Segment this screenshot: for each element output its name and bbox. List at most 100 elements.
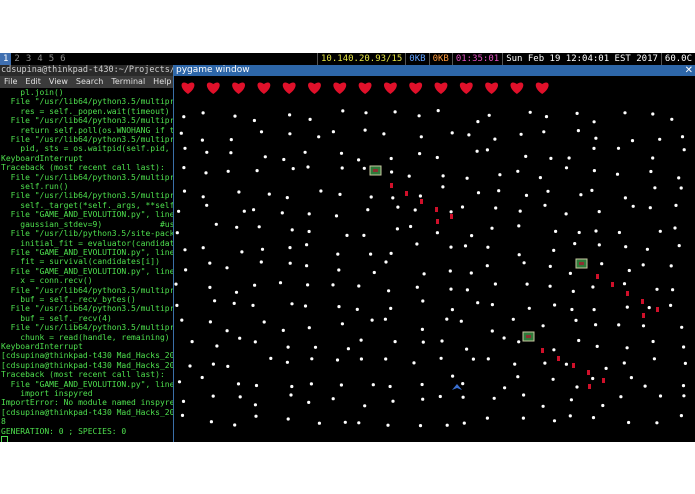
menu-terminal[interactable]: Terminal — [107, 76, 149, 88]
star — [590, 188, 594, 192]
star — [592, 146, 596, 150]
terminal-line: File "/usr/lib64/python3.5/multiprocessi… — [10, 97, 173, 107]
workspace-1[interactable]: 1 — [0, 53, 12, 65]
star — [382, 132, 386, 136]
star — [528, 110, 532, 114]
star — [677, 244, 681, 248]
star — [549, 156, 553, 160]
star — [235, 225, 239, 229]
star — [422, 272, 426, 276]
star — [209, 420, 213, 424]
star — [182, 166, 186, 170]
star — [369, 195, 373, 199]
game-canvas[interactable] — [174, 76, 695, 442]
star — [179, 131, 183, 135]
enemy-bullet — [587, 370, 590, 375]
star — [524, 154, 528, 158]
terminal-line: return self.poll(os.WNOHANG if timeout — [20, 125, 173, 135]
star — [445, 317, 449, 321]
menu-search[interactable]: Search — [72, 76, 107, 88]
star — [461, 382, 465, 386]
star — [251, 303, 255, 307]
star — [542, 130, 546, 134]
star — [306, 165, 310, 169]
star — [577, 338, 581, 343]
star — [655, 287, 659, 291]
star — [236, 382, 241, 386]
star — [288, 113, 292, 117]
star — [649, 169, 653, 174]
star — [604, 366, 608, 370]
terminal-line: chunk = read(handle, remaining) — [1, 332, 170, 342]
terminal-output[interactable]: pl.join() File "/usr/lib64/python3.5/mul… — [0, 88, 173, 442]
star — [554, 229, 558, 233]
star — [564, 166, 569, 170]
star — [340, 322, 344, 326]
close-icon[interactable]: ✕ — [685, 65, 693, 76]
star — [490, 329, 494, 333]
star — [282, 157, 286, 162]
star — [627, 420, 631, 425]
star — [681, 384, 686, 388]
menu-view[interactable]: View — [45, 76, 72, 88]
star — [486, 357, 490, 361]
star — [485, 416, 489, 420]
star — [331, 397, 335, 401]
terminal-window[interactable]: cdsupina@thinkpad-t430:~/Projects/evolut… — [0, 65, 173, 442]
star — [551, 377, 555, 381]
star — [389, 156, 393, 161]
star — [449, 210, 453, 214]
workspace-4[interactable]: 4 — [34, 53, 45, 65]
star — [260, 247, 265, 251]
menu-edit[interactable]: Edit — [21, 76, 45, 88]
star — [363, 404, 367, 408]
terminal-line: import inspyred — [1, 389, 93, 398]
star — [568, 414, 572, 418]
menu-file[interactable]: File — [0, 76, 21, 88]
star — [619, 395, 623, 399]
star — [372, 270, 376, 275]
star — [180, 413, 185, 417]
star — [339, 151, 344, 155]
star — [463, 244, 468, 248]
star — [338, 192, 342, 196]
enemy-bullet — [596, 274, 599, 279]
star — [307, 212, 311, 216]
star — [497, 189, 501, 193]
system-info: 10.140.20.93/15 0KB 0KB 01:35:01 Sun Feb 19 … — [317, 53, 695, 65]
menu-help[interactable]: Help — [149, 76, 173, 88]
star — [214, 222, 218, 226]
star — [306, 283, 310, 287]
pygame-window[interactable]: pygame window ✕ — [173, 65, 695, 442]
workspace-6[interactable]: 6 — [57, 53, 68, 65]
star — [655, 421, 659, 425]
star — [503, 386, 507, 390]
star — [359, 357, 363, 361]
star — [658, 394, 663, 398]
workspace-5[interactable]: 5 — [46, 53, 57, 65]
star — [208, 285, 212, 289]
star — [516, 169, 520, 173]
star — [370, 318, 374, 322]
star — [476, 120, 480, 124]
workspace-3[interactable]: 3 — [23, 53, 34, 65]
terminal-menubar: File Edit View Search Terminal Help — [0, 76, 173, 88]
star — [174, 282, 178, 286]
star — [617, 230, 621, 235]
enemy-bullet — [588, 384, 591, 389]
star — [201, 246, 205, 250]
star — [238, 395, 242, 399]
star — [201, 195, 205, 199]
star — [183, 146, 187, 150]
star — [671, 288, 675, 292]
star — [208, 320, 212, 324]
star — [460, 205, 465, 209]
pygame-titlebar[interactable]: pygame window ✕ — [174, 65, 695, 76]
star — [384, 357, 388, 361]
star — [615, 172, 620, 176]
terminal-title: cdsupina@thinkpad-t430:~/Projects/evolut — [0, 65, 173, 76]
star — [487, 113, 491, 117]
workspace-2[interactable]: 2 — [11, 53, 22, 65]
status-up: 0KB — [428, 53, 452, 65]
star — [334, 214, 339, 218]
